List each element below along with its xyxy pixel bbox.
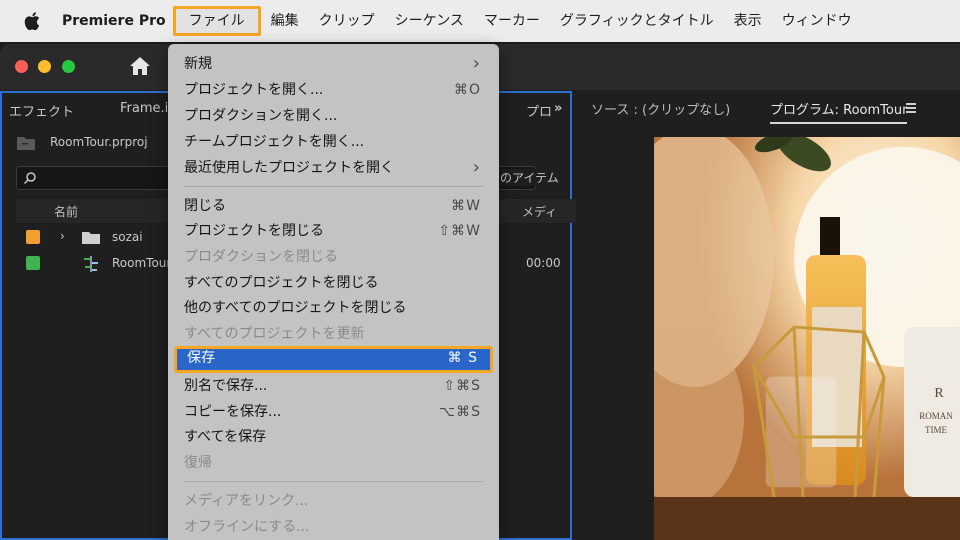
shortcut-label: ⌘O	[453, 82, 481, 98]
shortcut-label: ⇧⌘S	[443, 378, 481, 394]
home-icon[interactable]	[129, 56, 151, 80]
sequence-label: RoomTour	[112, 256, 172, 270]
menu-item-open-team-project[interactable]: チームプロジェクトを開く...	[174, 130, 493, 154]
zoom-window-button[interactable]	[62, 60, 75, 73]
tab-program-monitor[interactable]: プログラム: RoomTour	[770, 99, 908, 124]
minimize-window-button[interactable]	[38, 60, 51, 73]
menu-item-make-offline: オフラインにする...	[174, 515, 493, 539]
menu-item-label: チームプロジェクトを開く...	[184, 134, 365, 150]
col-media-header[interactable]: メディ	[522, 203, 557, 220]
menu-bar: Premiere Pro ファイル 編集 クリップ シーケンス マーカー グラフ…	[0, 0, 960, 42]
menu-item-label: メディアをリンク...	[184, 493, 309, 509]
menu-item-save-as[interactable]: 別名で保存... ⇧⌘S	[174, 374, 493, 398]
search-icon	[23, 170, 37, 189]
label-color-swatch[interactable]	[26, 256, 40, 270]
shortcut-label: ⌘ S	[447, 350, 478, 366]
menu-item-label: すべてのプロジェクトを閉じる	[184, 275, 379, 291]
menu-item-open-production[interactable]: プロダクションを開く...	[174, 104, 493, 128]
file-menu-dropdown: 新規 › プロジェクトを開く... ⌘O プロダクションを開く... チームプロ…	[168, 44, 499, 540]
menu-item-open-project[interactable]: プロジェクトを開く... ⌘O	[174, 78, 493, 102]
candle-jar-label: TIME	[925, 425, 947, 435]
program-monitor-video: R ROMAN TIME	[654, 137, 960, 540]
menu-item-label: プロジェクトを開く...	[184, 82, 324, 98]
chevron-right-icon[interactable]: ›	[60, 229, 65, 243]
menu-item-label: コピーを保存...	[184, 404, 282, 420]
menu-item-label: オフラインにする...	[184, 519, 310, 535]
media-start-value: 00:00	[526, 256, 561, 270]
candle-jar-label: R	[934, 386, 944, 401]
project-file-name: RoomTour.prproj	[50, 135, 148, 149]
menu-item-label: すべてのプロジェクトを更新	[184, 326, 365, 342]
menu-item-label: 別名で保存...	[184, 378, 268, 394]
menu-item-label: プロジェクトを閉じる	[184, 223, 324, 239]
menu-item-label: すべてを保存	[184, 429, 267, 445]
menu-item-close-all-projects[interactable]: すべてのプロジェクトを閉じる	[174, 271, 493, 295]
shortcut-label: ⌥⌘S	[438, 404, 481, 420]
menu-icon[interactable]	[906, 103, 916, 115]
menu-separator	[184, 186, 484, 187]
tab-project[interactable]: プロ	[526, 101, 552, 120]
submenu-arrow-icon: ›	[472, 157, 481, 178]
submenu-arrow-icon: ›	[472, 53, 481, 74]
bin-label: sozai	[112, 230, 143, 244]
menu-item-label: 最近使用したプロジェクトを開く	[184, 160, 394, 176]
shortcut-label: ⇧⌘W	[438, 223, 481, 239]
menu-file[interactable]: ファイル	[172, 6, 261, 36]
menu-item-save-copy[interactable]: コピーを保存... ⌥⌘S	[174, 400, 493, 424]
menu-item-label: プロダクションを閉じる	[184, 249, 338, 265]
menu-item-close-other-projects[interactable]: 他のすべてのプロジェクトを閉じる	[174, 296, 493, 320]
menu-edit[interactable]: 編集	[261, 6, 309, 36]
menu-clip[interactable]: クリップ	[309, 6, 385, 36]
menu-marker[interactable]: マーカー	[474, 6, 550, 36]
menu-item-new[interactable]: 新規 ›	[174, 52, 493, 76]
menu-graphics-titles[interactable]: グラフィックとタイトル	[550, 6, 724, 36]
menu-view[interactable]: 表示	[724, 6, 772, 36]
menu-item-revert: 復帰	[174, 451, 493, 475]
menu-item-label: 閉じる	[184, 198, 226, 214]
project-file-icon	[16, 135, 36, 155]
menu-item-open-recent[interactable]: 最近使用したプロジェクトを開く ›	[174, 156, 493, 180]
menu-item-close[interactable]: 閉じる ⌘W	[174, 194, 493, 218]
label-color-swatch[interactable]	[26, 230, 40, 244]
col-name-header[interactable]: 名前	[54, 203, 78, 220]
apple-icon[interactable]	[20, 12, 44, 30]
panel-overflow-icon[interactable]: »	[554, 101, 562, 116]
menu-item-close-production: プロダクションを閉じる	[174, 245, 493, 269]
menu-item-label: プロダクションを開く...	[184, 108, 338, 124]
menu-item-close-project[interactable]: プロジェクトを閉じる ⇧⌘W	[174, 219, 493, 243]
monitor-panel: ソース : (クリップなし) プログラム: RoomTour R ROMAN T…	[576, 91, 960, 540]
close-window-button[interactable]	[15, 60, 28, 73]
candle-jar-label: ROMAN	[919, 411, 953, 421]
tab-source-monitor[interactable]: ソース : (クリップなし)	[591, 99, 730, 118]
menu-item-label: 保存	[187, 350, 215, 366]
sequence-icon	[82, 256, 100, 275]
menu-item-save-all[interactable]: すべてを保存	[174, 425, 493, 449]
menu-item-label: 新規	[184, 56, 212, 72]
menu-separator	[184, 481, 484, 482]
menu-item-label: 復帰	[184, 455, 212, 471]
menu-window[interactable]: ウィンドウ	[772, 6, 862, 36]
menu-sequence[interactable]: シーケンス	[385, 6, 474, 36]
app-name[interactable]: Premiere Pro	[62, 13, 166, 29]
menu-item-link-media: メディアをリンク...	[174, 489, 493, 513]
items-count-label: のアイテム	[500, 169, 559, 186]
menu-item-label: 他のすべてのプロジェクトを閉じる	[184, 300, 407, 316]
menu-item-refresh-all-projects: すべてのプロジェクトを更新	[174, 322, 493, 346]
tab-effects[interactable]: エフェクト	[9, 101, 74, 120]
folder-icon	[82, 231, 100, 247]
menu-item-save[interactable]: 保存 ⌘ S	[174, 346, 493, 373]
shortcut-label: ⌘W	[451, 198, 481, 214]
